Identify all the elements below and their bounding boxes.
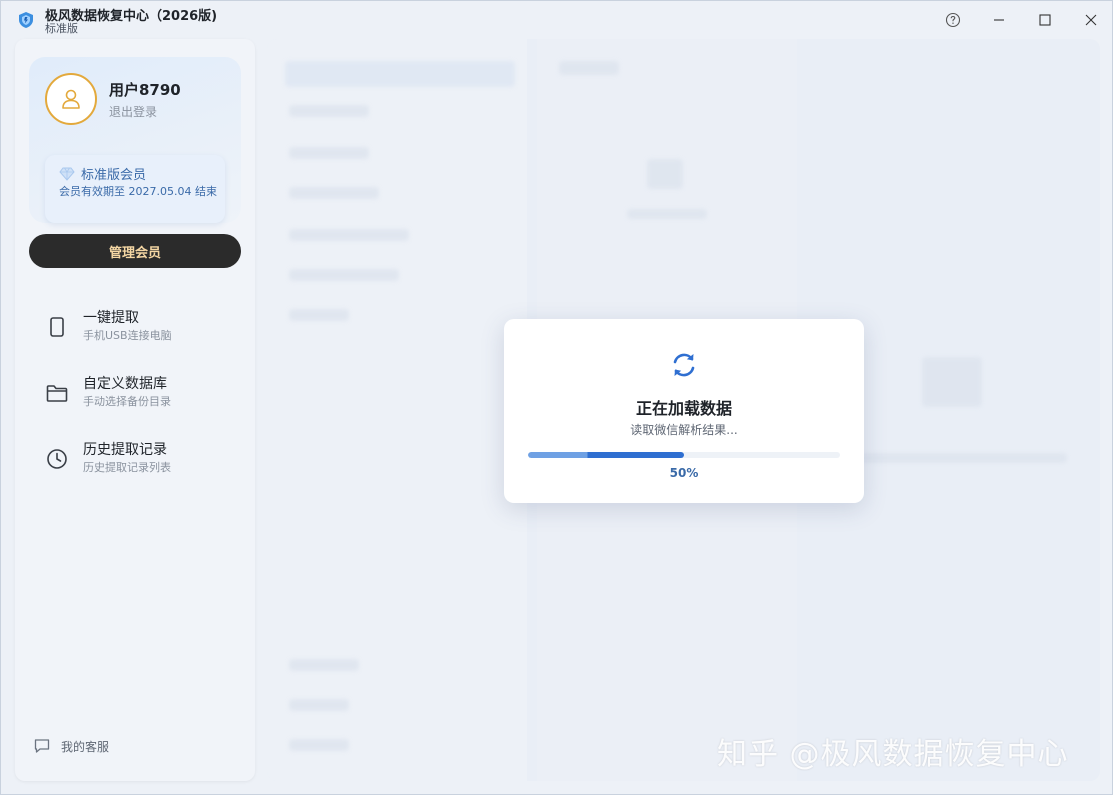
- nav-item-history[interactable]: 历史提取记录 历史提取记录列表: [45, 439, 235, 483]
- user-icon: [62, 89, 80, 109]
- profile-card: 用户8790 退出登录 标准版会员 会员有效期至 2027.05.04 结束: [29, 57, 241, 223]
- membership-title: 标准版会员: [81, 168, 147, 183]
- sidebar: 用户8790 退出登录 标准版会员 会员有效期至 2027.05.04 结束 管…: [15, 39, 255, 781]
- app-window: 极风数据恢复中心（2026版) 标准版 用户8790 退出登录 标准版会员 会员…: [0, 0, 1113, 795]
- help-button[interactable]: [940, 7, 966, 33]
- nav-item-one-click-extract[interactable]: 一键提取 手机USB连接电脑: [45, 307, 235, 351]
- loading-subtitle: 读取微信解析结果...: [630, 423, 738, 437]
- maximize-icon: [1039, 14, 1051, 26]
- membership-box: 标准版会员 会员有效期至 2027.05.04 结束: [45, 155, 225, 223]
- close-icon: [1085, 14, 1097, 26]
- avatar[interactable]: [45, 73, 97, 125]
- nav-item-title: 历史提取记录: [83, 442, 167, 458]
- logout-link[interactable]: 退出登录: [109, 103, 157, 120]
- title-bar: 极风数据恢复中心（2026版) 标准版: [1, 1, 1112, 39]
- nav-item-subtitle: 手机USB连接电脑: [83, 329, 172, 342]
- customer-service-link[interactable]: 我的客服: [33, 737, 109, 755]
- nav-item-title: 一键提取: [83, 310, 139, 326]
- progress-percentage: 50%: [669, 466, 699, 480]
- minimize-button[interactable]: [986, 7, 1012, 33]
- loading-title: 正在加载数据: [635, 399, 732, 418]
- manage-membership-button[interactable]: 管理会员: [29, 234, 241, 268]
- chat-icon: [34, 739, 50, 753]
- customer-service-label: 我的客服: [61, 739, 110, 754]
- close-button[interactable]: [1078, 7, 1104, 33]
- shield-logo-icon: [19, 12, 33, 28]
- app-edition: 标准版: [45, 22, 78, 35]
- nav-item-title: 自定义数据库: [83, 376, 167, 392]
- nav-item-subtitle: 手动选择备份目录: [83, 395, 171, 408]
- clock-icon: [47, 449, 67, 469]
- membership-expiry: 会员有效期至 2027.05.04 结束: [59, 185, 217, 198]
- refresh-icon: [673, 353, 695, 377]
- loading-dialog: 正在加载数据 读取微信解析结果... 50%: [504, 319, 864, 503]
- minimize-icon: [994, 19, 1004, 21]
- nav-item-subtitle: 历史提取记录列表: [83, 461, 171, 474]
- blurred-list-panel: [267, 39, 527, 781]
- folder-icon: [46, 385, 68, 402]
- help-icon: [945, 12, 961, 28]
- nav-item-custom-database[interactable]: 自定义数据库 手动选择备份目录: [45, 373, 235, 417]
- progress-bar: [528, 452, 840, 458]
- watermark: 知乎 @极风数据恢复中心: [717, 737, 1069, 772]
- phone-icon: [50, 317, 64, 337]
- username: 用户8790: [109, 81, 181, 99]
- maximize-button[interactable]: [1032, 7, 1058, 33]
- diamond-icon: [59, 167, 75, 181]
- progress-fill: [528, 452, 684, 458]
